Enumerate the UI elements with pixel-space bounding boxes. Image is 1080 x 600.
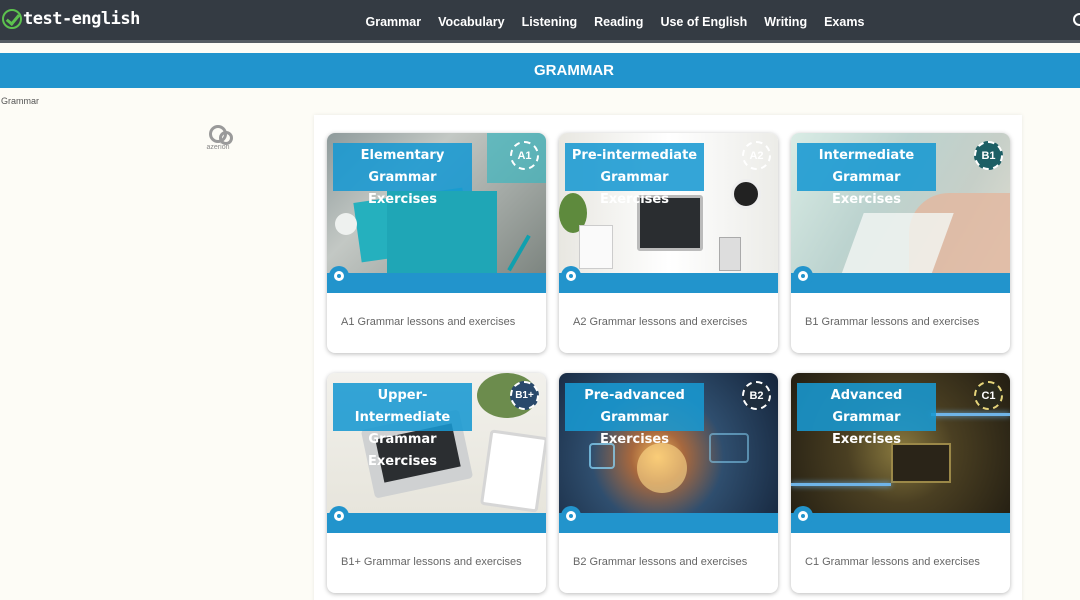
gear-icon [561,506,581,526]
level-badge: C1 [974,381,1003,410]
card-description: B1+ Grammar lessons and exercises [341,556,522,568]
level-badge: B1 [974,141,1003,170]
level-card-c1[interactable]: Advanced Grammar Exercises C1 C1 Grammar… [791,373,1010,593]
gear-icon [329,506,349,526]
nav-item-exams[interactable]: Exams [824,15,864,29]
level-badge: B1+ [510,381,539,410]
card-title: Pre-advanced Grammar Exercises [565,383,704,447]
level-card-a1[interactable]: Elementary Grammar Exercises A1 A1 Gramm… [327,133,546,353]
gear-icon [793,506,813,526]
card-title: Pre-intermediate Grammar Exercises [565,143,704,207]
card-description: C1 Grammar lessons and exercises [805,556,980,568]
level-card-a2[interactable]: Pre-intermediate Grammar Exercises A2 A2… [559,133,778,353]
breadcrumb[interactable]: Grammar [1,96,39,106]
content-panel: Elementary Grammar Exercises A1 A1 Gramm… [314,115,1022,600]
nav-item-listening[interactable]: Listening [522,15,578,29]
level-card-b1[interactable]: Intermediate Grammar Exercises B1 B1 Gra… [791,133,1010,353]
nav-item-grammar[interactable]: Grammar [366,15,422,29]
ad-logo[interactable]: azerion [203,124,233,151]
level-badge: A2 [742,141,771,170]
site-logo-text: test-english [23,9,140,29]
checkmark-icon [2,9,22,29]
card-title: Elementary Grammar Exercises [333,143,472,207]
gear-icon [793,266,813,286]
level-card-b1-plus[interactable]: Upper-Intermediate Grammar Exercises B1+… [327,373,546,593]
card-description: A1 Grammar lessons and exercises [341,316,516,328]
gear-icon [561,266,581,286]
level-badge: B2 [742,381,771,410]
card-title: Advanced Grammar Exercises [797,383,936,447]
card-description: B1 Grammar lessons and exercises [805,316,980,328]
nav-item-writing[interactable]: Writing [764,15,807,29]
card-title: Upper-Intermediate Grammar Exercises [333,383,472,469]
search-icon[interactable] [1073,13,1080,26]
nav-item-vocabulary[interactable]: Vocabulary [438,15,504,29]
nav-item-use-of-english[interactable]: Use of English [660,15,747,29]
main-nav: Grammar Vocabulary Listening Reading Use… [357,0,873,43]
card-title: Intermediate Grammar Exercises [797,143,936,207]
card-description: B2 Grammar lessons and exercises [573,556,748,568]
gear-icon [329,266,349,286]
level-card-b2[interactable]: Pre-advanced Grammar Exercises B2 B2 Gra… [559,373,778,593]
azerion-logo-icon [208,124,233,145]
page-title: GRAMMAR [534,62,614,79]
site-logo[interactable]: test-english [2,6,140,32]
top-navbar: test-english Grammar Vocabulary Listenin… [0,0,1080,43]
ad-logo-text: azerion [206,144,230,151]
section-banner: GRAMMAR [0,53,1080,88]
level-badge: A1 [510,141,539,170]
card-description: A2 Grammar lessons and exercises [573,316,748,328]
nav-item-reading[interactable]: Reading [594,15,643,29]
